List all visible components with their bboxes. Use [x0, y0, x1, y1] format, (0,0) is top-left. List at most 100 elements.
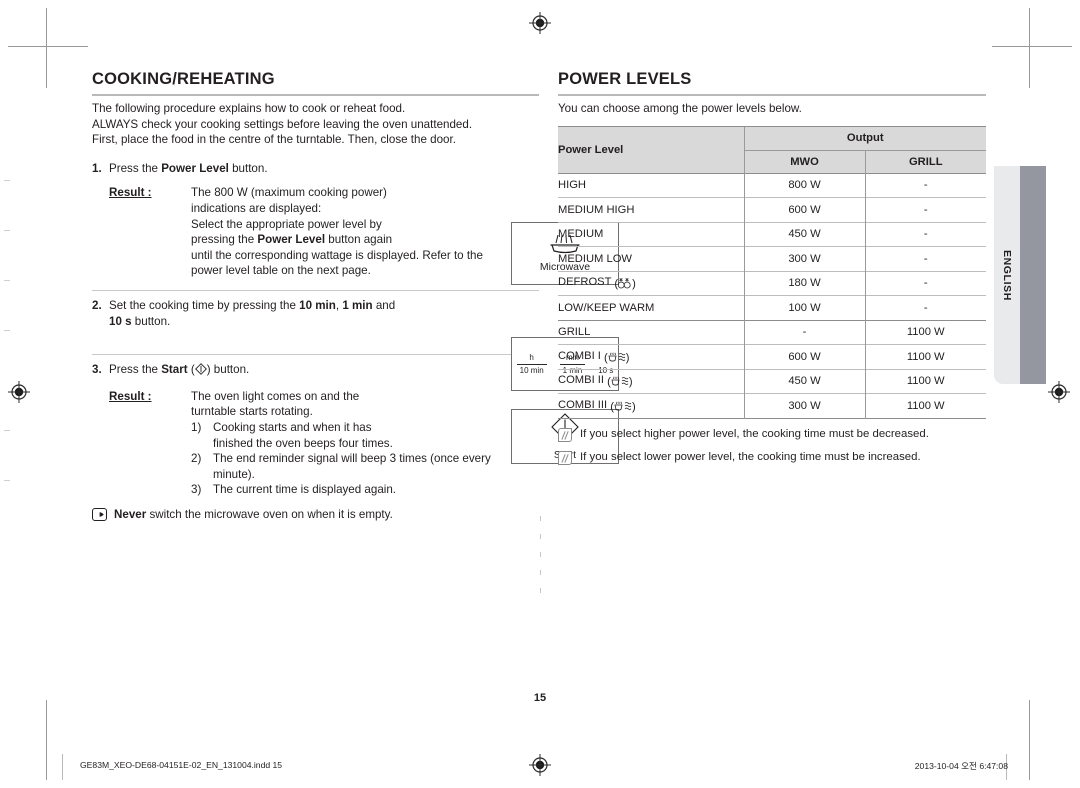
never-note-bold: Never	[114, 507, 147, 521]
power-note-2-text: If you select lower power level, the coo…	[580, 450, 921, 463]
list-text: The end reminder signal will beep 3 time…	[213, 452, 491, 466]
step-3-sub-list: 1) Cooking starts and when it has finishe…	[191, 420, 539, 498]
step-2-number: 2.	[92, 298, 102, 312]
row-level-text: COMBI II	[558, 374, 604, 387]
step-1-result-body: The 800 W (maximum cooking power) indica…	[191, 185, 539, 279]
registration-mark-top	[529, 12, 551, 34]
edge-tick	[4, 230, 10, 231]
table-header-output: Output	[743, 125, 986, 151]
step-3-result-label: Result :	[109, 389, 152, 403]
never-note: Never switch the microwave oven on when …	[92, 507, 539, 523]
row-grill: -	[864, 221, 986, 247]
step-3-result-body: The oven light comes on and the turntabl…	[191, 389, 539, 498]
edge-tick	[4, 180, 10, 181]
step-3-text-a: Press the	[109, 363, 162, 377]
step-3: 3. Press the Start () button.	[92, 362, 539, 380]
row-grill: 1100 W	[864, 319, 986, 345]
step-3-result-line-1: The oven light comes on and the	[191, 389, 360, 403]
row-level: LOW/KEEP WARM	[558, 295, 744, 321]
time-key-10min-top: h	[529, 352, 534, 362]
row-level: MEDIUM LOW	[558, 246, 744, 272]
step-3-bold-start: Start	[161, 363, 188, 377]
row-grill: 1100 W	[864, 344, 986, 370]
crop-mark-top-left-h	[8, 46, 88, 47]
step-1-text-b: button.	[228, 161, 268, 175]
list-marker: 1)	[191, 420, 202, 434]
step-1-result-line-6: power level table on the next page.	[191, 264, 371, 278]
never-note-text: switch the microwave oven on when it is …	[146, 507, 393, 521]
left-column: COOKING/REHEATING The following procedur…	[92, 70, 619, 523]
row-level-text: MEDIUM	[558, 228, 604, 241]
registration-mark-bottom	[529, 754, 551, 776]
step-2-text-c: and	[372, 298, 396, 312]
step-1-result-line-3: Select the appropriate power level by	[191, 217, 382, 231]
step-1-result-line-1: The 800 W (maximum cooking power)	[191, 186, 387, 200]
table-row: MEDIUM LOW 300 W -	[558, 246, 986, 272]
list-marker: 3)	[191, 483, 202, 497]
row-grill: -	[864, 270, 986, 296]
step-1: 1. Press the Power Level button.	[92, 161, 539, 177]
row-mwo: 450 W	[743, 221, 865, 247]
page-title-power-levels: POWER LEVELS	[558, 70, 986, 96]
manual-page: COOKING/REHEATING The following procedur…	[0, 0, 1080, 788]
divider-1	[92, 289, 539, 291]
row-mwo: 300 W	[743, 246, 865, 272]
footer-timestamp: 2013-10-04 오전 6:47:08	[914, 761, 1008, 771]
pointing-hand-icon	[92, 507, 107, 521]
table-header-mwo: MWO	[743, 149, 865, 174]
time-key-10min: h 10 min	[516, 352, 547, 376]
row-grill: -	[864, 295, 986, 321]
row-mwo: 450 W	[743, 368, 865, 394]
table-row: MEDIUM HIGH 600 W -	[558, 197, 986, 223]
step-1-number: 1.	[92, 161, 102, 175]
edge-tick	[4, 280, 10, 281]
row-level-text: HIGH	[558, 179, 586, 192]
crop-mark-top-right-v	[1029, 8, 1030, 88]
list-text: minute).	[213, 467, 255, 481]
row-grill: 1100 W	[864, 393, 986, 419]
row-mwo: 600 W	[743, 197, 865, 223]
row-mwo: 800 W	[743, 172, 865, 198]
step-3-number: 3.	[92, 363, 102, 377]
table-bottom-cell-1	[558, 417, 744, 419]
row-grill: -	[864, 246, 986, 272]
table-bottom-border	[558, 417, 986, 419]
intro-line-2: ALWAYS check your cooking settings befor…	[92, 117, 473, 131]
step-2-text-a: Set the cooking time by pressing the	[109, 298, 300, 312]
step-1-result-bold: Power Level	[257, 233, 326, 247]
intro-line-3: First, place the food in the centre of t…	[92, 133, 456, 147]
table-bottom-cell-3	[864, 417, 986, 419]
note-leaf-icon	[558, 427, 572, 442]
table-row: GRILL - 1100 W	[558, 319, 986, 345]
list-text: Cooking starts and when it has	[213, 420, 372, 434]
row-level: MEDIUM HIGH	[558, 197, 744, 223]
step-1-text-a: Press the	[109, 161, 162, 175]
step-1-result-line-4c: button again	[325, 233, 393, 247]
time-key-10min-bottom: 10 min	[519, 365, 544, 375]
row-level: COMBI II ()	[558, 368, 744, 394]
page-number: 15	[533, 692, 547, 704]
step-3-text: Press the Start () button.	[109, 362, 539, 380]
row-grill: 1100 W	[864, 368, 986, 394]
table-row: DEFROST () 180 W -	[558, 270, 986, 296]
step-1-result-line-4a: pressing the	[191, 233, 258, 247]
row-level-text: LOW/KEEP WARM	[558, 301, 655, 314]
crop-mark-bottom-left-v	[46, 700, 47, 780]
step-2-bold-10s: 10 s	[109, 314, 132, 328]
step-3-text-c: ) button.	[206, 363, 250, 377]
row-grill: -	[864, 197, 986, 223]
row-mwo: 100 W	[743, 295, 865, 321]
row-level: MEDIUM	[558, 221, 744, 247]
right-column: POWER LEVELS You can choose among the po…	[558, 70, 986, 465]
divider-2	[92, 354, 539, 356]
list-item: 1) Cooking starts and when it has	[191, 420, 539, 436]
side-tab-dark-panel	[1020, 166, 1046, 384]
table-row: LOW/KEEP WARM 100 W -	[558, 295, 986, 321]
row-level: DEFROST ()	[558, 270, 744, 296]
table-row: COMBI II () 450 W 1100 W	[558, 368, 986, 394]
step-1-text: Press the Power Level button.	[109, 161, 539, 177]
table-row: COMBI III () 300 W 1100 W	[558, 393, 986, 419]
list-item: finished the oven beeps four times.	[191, 436, 539, 452]
table-header-power-level: Power Level	[558, 125, 744, 174]
row-level-text: MEDIUM LOW	[558, 252, 632, 265]
